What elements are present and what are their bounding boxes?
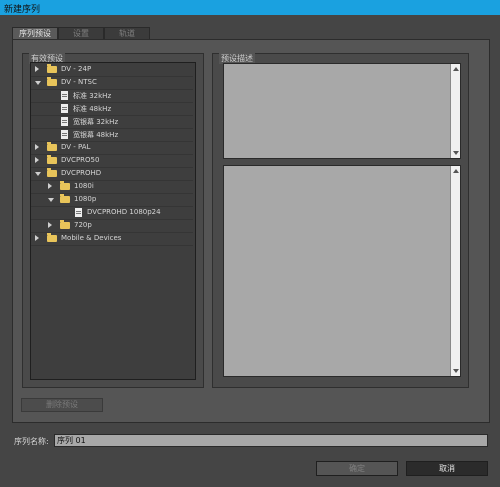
details-text-area[interactable] (223, 165, 461, 377)
folder-icon (47, 155, 57, 164)
tree-item-label: DV - 24P (61, 65, 92, 73)
sequence-name-label: 序列名称: (14, 437, 49, 446)
expand-arrow-icon[interactable] (35, 235, 39, 241)
collapse-arrow-icon[interactable] (48, 198, 54, 202)
tree-item-label: DVCPROHD (61, 169, 102, 177)
tree-item[interactable]: 标准 32kHz (31, 89, 193, 103)
description-text-area[interactable] (223, 63, 461, 159)
collapse-arrow-icon[interactable] (35, 172, 41, 176)
tree-item[interactable]: 标准 48kHz (31, 102, 193, 116)
title-bar: 新建序列 (0, 0, 500, 15)
expand-arrow-icon[interactable] (35, 66, 39, 72)
window-title: 新建序列 (4, 5, 41, 15)
preset-file-icon (75, 208, 82, 217)
folder-icon (60, 194, 70, 203)
tree-item[interactable]: DV - PAL (31, 141, 193, 155)
tree-item-label: DVCPRO50 (61, 156, 100, 164)
scrollbar[interactable] (450, 166, 460, 376)
scrollbar[interactable] (450, 64, 460, 158)
preset-file-icon (61, 130, 68, 139)
scroll-down-icon[interactable] (453, 151, 459, 155)
scroll-down-icon[interactable] (453, 369, 459, 373)
scroll-up-icon[interactable] (453, 67, 459, 71)
folder-icon (47, 233, 57, 242)
tree-item[interactable]: DV - NTSC (31, 76, 193, 90)
presets-tree[interactable]: DV - 24P DV - NTSC 标准 32kHz 标准 48kHz 宽银幕… (30, 62, 196, 380)
expand-arrow-icon[interactable] (35, 157, 39, 163)
delete-preset-button[interactable]: 删除预设 (21, 398, 103, 412)
tree-item-label: 720p (74, 221, 92, 229)
tree-item[interactable]: DV - 24P (31, 63, 193, 77)
expand-arrow-icon[interactable] (35, 144, 39, 150)
folder-icon (47, 168, 57, 177)
tree-item[interactable]: 宽银幕 32kHz (31, 115, 193, 129)
tree-item[interactable]: DVCPROHD (31, 167, 193, 181)
collapse-arrow-icon[interactable] (35, 81, 41, 85)
preset-file-icon (61, 117, 68, 126)
tree-item[interactable]: DVCPRO50 (31, 154, 193, 168)
tree-item-label: 标准 32kHz (73, 92, 112, 100)
tree-item-label: Mobile & Devices (61, 234, 122, 242)
tree-item-label: 标准 48kHz (73, 105, 112, 113)
tree-item-label: DV - NTSC (61, 78, 97, 86)
ok-button[interactable]: 确定 (316, 461, 398, 476)
folder-icon (47, 64, 57, 73)
folder-icon (47, 142, 57, 151)
cancel-button[interactable]: 取消 (406, 461, 488, 476)
scroll-up-icon[interactable] (453, 169, 459, 173)
folder-icon (60, 181, 70, 190)
tree-item[interactable]: Mobile & Devices (31, 232, 193, 246)
tree-item[interactable]: 1080p (31, 193, 193, 207)
tree-item-label: DV - PAL (61, 143, 91, 151)
tree-item-label: 1080p (74, 195, 97, 203)
tree-item[interactable]: DVCPROHD 1080p24 (31, 206, 193, 220)
preset-file-icon (61, 91, 68, 100)
folder-icon (60, 220, 70, 229)
folder-icon (47, 77, 57, 86)
tree-item[interactable]: 宽银幕 48kHz (31, 128, 193, 142)
tree-item[interactable]: 1080i (31, 180, 193, 194)
tree-item-label: 宽银幕 48kHz (73, 131, 119, 139)
tree-item-label: DVCPROHD 1080p24 (87, 208, 161, 216)
tree-item-label: 宽银幕 32kHz (73, 118, 119, 126)
expand-arrow-icon[interactable] (48, 222, 52, 228)
expand-arrow-icon[interactable] (48, 183, 52, 189)
preset-file-icon (61, 104, 68, 113)
sequence-name-input[interactable]: 序列 01 (54, 434, 488, 447)
tree-item[interactable]: 720p (31, 219, 193, 233)
tree-item-label: 1080i (74, 182, 94, 190)
